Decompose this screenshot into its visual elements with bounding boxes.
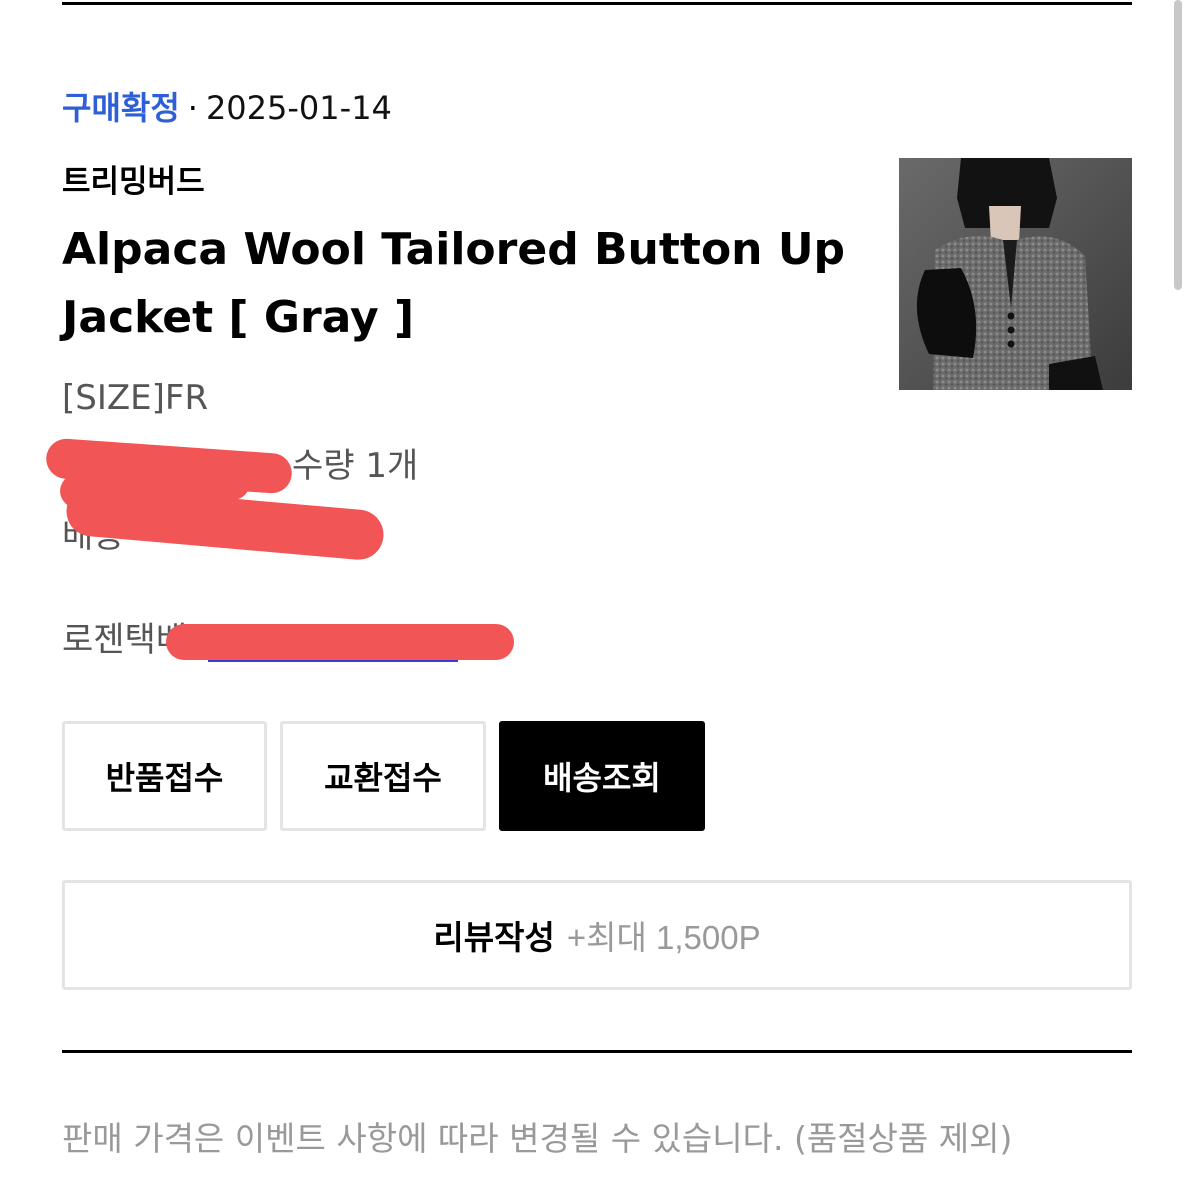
price-notice: 판매 가격은 이벤트 사항에 따라 변경될 수 있습니다. (품절상품 제외) [62, 1119, 1013, 1158]
order-status-label: 구매확정 [62, 89, 180, 127]
exchange-request-button[interactable]: 교환접수 [280, 721, 486, 831]
review-label: 리뷰작성 [433, 919, 555, 956]
brand-name[interactable]: 트리밍버드 [62, 162, 205, 202]
product-photo-icon [899, 158, 1132, 390]
product-thumbnail[interactable] [899, 158, 1132, 390]
quantity-text: 수량 1개 [292, 446, 419, 486]
review-points: +최대 1,500P [566, 919, 761, 956]
write-review-button[interactable]: 리뷰작성 +최대 1,500P [62, 880, 1132, 990]
order-date: 2025-01-14 [205, 89, 392, 127]
product-option: [SIZE]FR [62, 378, 209, 418]
status-separator: · [187, 89, 198, 127]
track-delivery-button[interactable]: 배송조회 [499, 721, 705, 831]
redaction-mark-tracking [166, 624, 514, 660]
bottom-divider [62, 1050, 1132, 1053]
scrollbar[interactable] [1174, 0, 1182, 290]
order-status-line: 구매확정 · 2025-01-14 [62, 88, 392, 128]
product-name[interactable]: Alpaca Wool Tailored Button Up Jacket [ … [62, 216, 852, 352]
top-divider [62, 2, 1132, 5]
return-request-button[interactable]: 반품접수 [62, 721, 267, 831]
